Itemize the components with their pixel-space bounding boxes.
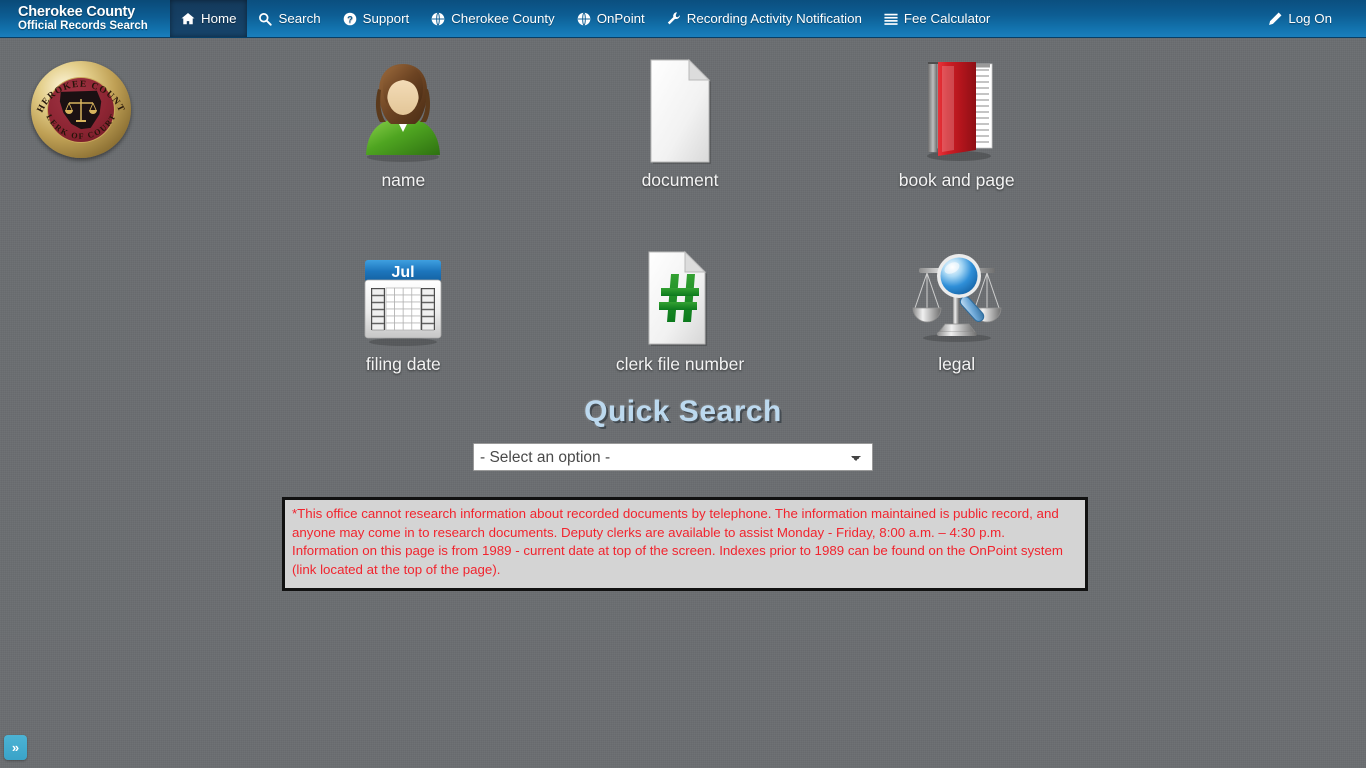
quick-search-title: Quick Search [584, 395, 782, 428]
tile-document[interactable]: document [542, 52, 819, 191]
nav-label-recording-activity-notification: Recording Activity Notification [686, 11, 862, 26]
nav-item-cherokee-county[interactable]: Cherokee County [420, 0, 565, 37]
nav-label-home: Home [201, 11, 237, 26]
tile-label-clerk-file-number: clerk file number [615, 354, 745, 374]
tile-art-name [357, 52, 449, 164]
nav-item-onpoint[interactable]: OnPoint [566, 0, 656, 37]
tile-art-legal [907, 248, 1007, 348]
brand-subtitle: Official Records Search [18, 19, 148, 32]
scales-magnifier-icon [912, 254, 1002, 342]
tile-label-name: name [381, 170, 426, 190]
svg-text:?: ? [347, 14, 353, 25]
tile-art-book-and-page [912, 52, 1002, 164]
sidebar-expand-toggle[interactable]: » [4, 735, 27, 760]
nav-item-log-on[interactable]: Log On [1257, 0, 1366, 37]
tile-clerk-file-number[interactable]: clerk file number [542, 248, 819, 375]
nav-items: Home Search ? Support Cherokee County On… [170, 0, 1366, 37]
seal-scales-icon [65, 98, 97, 122]
tile-label-book-and-page: book and page [898, 170, 1015, 190]
search-icon [258, 12, 273, 26]
nav-item-support[interactable]: ? Support [332, 0, 421, 37]
nav-item-search[interactable]: Search [247, 0, 331, 37]
tile-name[interactable]: name [265, 52, 542, 191]
notice-box: *This office cannot research information… [282, 497, 1088, 591]
tiles-row-1: name document book and page [265, 52, 1095, 191]
tile-legal[interactable]: legal [818, 248, 1095, 375]
wrench-icon [667, 12, 681, 26]
globe-icon [431, 11, 445, 26]
nav-item-home[interactable]: Home [170, 0, 248, 37]
tile-label-document: document [641, 170, 719, 190]
quick-search-select[interactable]: - Select an option - [473, 443, 873, 471]
calendar-month-label: Jul [392, 264, 415, 281]
nav-item-recording-activity-notification[interactable]: Recording Activity Notification [656, 0, 873, 37]
nav-label-support: Support [362, 11, 410, 26]
nav-label-search: Search [278, 11, 321, 26]
home-icon [181, 12, 195, 26]
tile-book-and-page[interactable]: book and page [818, 52, 1095, 191]
nav-label-fee-calculator: Fee Calculator [903, 11, 991, 26]
nav-label-log-on: Log On [1288, 11, 1332, 26]
nav-label-cherokee-county: Cherokee County [451, 11, 555, 26]
tile-label-legal: legal [938, 354, 976, 374]
list-icon [884, 12, 898, 26]
notice-paragraph-1: *This office cannot research information… [292, 506, 1059, 540]
person-icon [366, 64, 441, 162]
top-navigation-bar: Cherokee County Official Records Search … [0, 0, 1366, 38]
seal-inner-disc [47, 76, 115, 143]
brand-logo[interactable]: Cherokee County Official Records Search [0, 0, 170, 37]
seal-outer-ring: CHEROKEE COUNTY CLERK OF COURTS [31, 61, 131, 158]
question-circle-icon: ? [343, 12, 357, 26]
county-seal-logo[interactable]: CHEROKEE COUNTY CLERK OF COURTS [31, 61, 136, 159]
search-tiles-grid: name document book and page Jul filing d… [265, 52, 1095, 375]
nav-label-onpoint: OnPoint [596, 11, 645, 26]
tiles-row-2: Jul filing date clerk file number legal [265, 248, 1095, 375]
globe-icon [577, 11, 591, 26]
tile-art-clerk-file-number [639, 248, 721, 348]
tile-art-filing-date: Jul [357, 248, 449, 348]
calendar-icon: Jul [364, 249, 442, 346]
tile-filing-date[interactable]: Jul filing date [265, 248, 542, 375]
tile-art-document [639, 52, 721, 164]
notice-paragraph-2: Information on this page is from 1989 - … [292, 543, 1063, 577]
brand-title: Cherokee County [18, 3, 136, 20]
nav-item-fee-calculator[interactable]: Fee Calculator [873, 0, 1001, 37]
tile-label-filing-date: filing date [365, 354, 441, 374]
red-book-icon [926, 62, 993, 161]
pencil-icon [1268, 12, 1282, 26]
hash-document-icon [648, 250, 707, 346]
document-page-icon [650, 58, 711, 164]
